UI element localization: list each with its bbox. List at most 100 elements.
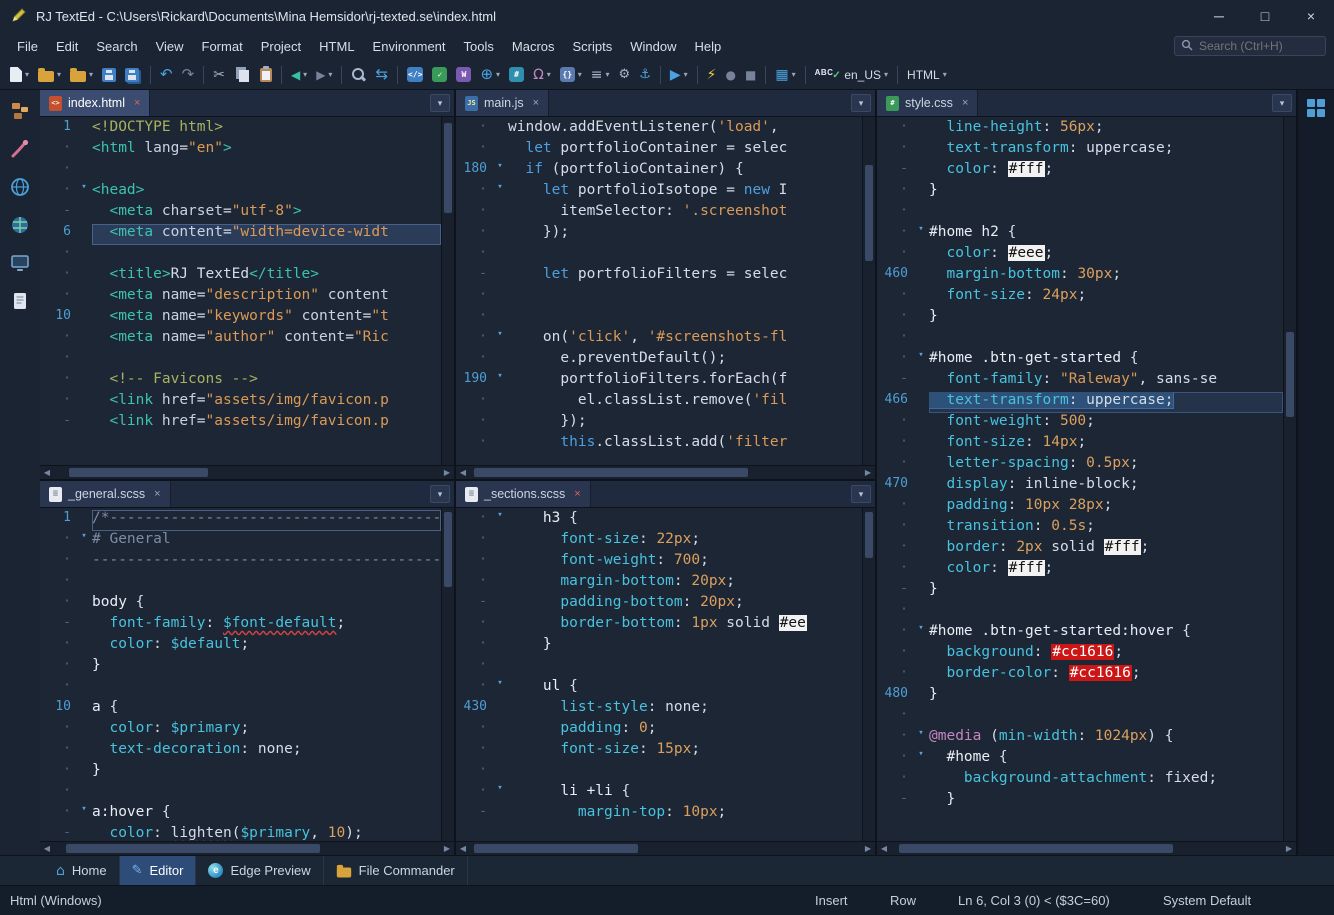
code-line[interactable]: · background: #cc1616; (877, 644, 1283, 665)
paste-button[interactable] (256, 63, 276, 87)
code-line[interactable]: ·▾ li +li { (456, 783, 862, 804)
menu-file[interactable]: File (8, 35, 47, 58)
new-document-button[interactable]: ▾ (6, 63, 33, 87)
code-line[interactable]: · line-height: 56px; (877, 119, 1283, 140)
undo-button[interactable]: ↶ (156, 63, 177, 87)
fold-chevron-icon[interactable]: ▾ (76, 804, 92, 825)
code-line[interactable]: ·▾a:hover { (40, 804, 441, 825)
scroll-left-icon[interactable]: ◀ (40, 844, 54, 853)
code-line[interactable]: ·<html lang="en"> (40, 140, 441, 161)
code-line[interactable]: - <meta charset="utf-8"> (40, 203, 441, 224)
code-line[interactable]: 10 <meta name="keywords" content="t (40, 308, 441, 329)
code-line[interactable]: ·▾# General (40, 531, 441, 552)
horizontal-scrollbar[interactable]: ◀ ▶ (877, 841, 1296, 855)
code-line[interactable]: · color: #fff; (877, 560, 1283, 581)
code-line[interactable]: · color: $default; (40, 636, 441, 657)
fold-chevron-icon[interactable]: ▾ (492, 182, 508, 203)
code-line[interactable]: · font-weight: 500; (877, 413, 1283, 434)
code-line[interactable]: · (877, 329, 1283, 350)
code-line[interactable]: · (40, 161, 441, 182)
file-explorer-icon[interactable] (7, 98, 33, 124)
navigate-back-button[interactable]: ◀▾ (287, 63, 311, 87)
menu-format[interactable]: Format (193, 35, 252, 58)
search-input[interactable] (1199, 39, 1309, 53)
code-line[interactable]: · <link href="assets/img/favicon.p (40, 392, 441, 413)
syntax-mode-select[interactable]: HTML▾ (903, 63, 951, 87)
code-line[interactable]: · (40, 783, 441, 804)
code-snippets-button[interactable]: {}▾ (556, 63, 586, 87)
code-editor[interactable]: 1<!DOCTYPE html>·<html lang="en">··▾<hea… (40, 117, 454, 465)
browser-preview-button[interactable]: ⊕▾ (476, 63, 504, 87)
code-line[interactable]: ·} (877, 308, 1283, 329)
horizontal-scrollbar[interactable]: ◀ ▶ (40, 465, 454, 479)
code-line[interactable]: · text-decoration: none; (40, 741, 441, 762)
code-line[interactable]: 1/*-------------------------------------… (40, 510, 441, 531)
view-tab-file-commander[interactable]: File Commander (324, 856, 468, 885)
code-line[interactable]: · el.classList.remove('fil (456, 392, 862, 413)
navigate-forward-button[interactable]: ▶▾ (312, 63, 336, 87)
code-line[interactable]: 10a { (40, 699, 441, 720)
code-line[interactable]: 470 display: inline-block; (877, 476, 1283, 497)
code-line[interactable]: · <meta name="description" content (40, 287, 441, 308)
tab-index-html[interactable]: index.html × (40, 90, 150, 116)
vertical-scrollbar[interactable] (862, 508, 875, 841)
code-line[interactable]: · background-attachment: fixed; (877, 770, 1283, 791)
menu-window[interactable]: Window (621, 35, 685, 58)
code-line[interactable]: - color: #fff; (877, 161, 1283, 182)
code-line[interactable]: · font-size: 22px; (456, 531, 862, 552)
code-line[interactable]: - let portfolioFilters = selec (456, 266, 862, 287)
copy-button[interactable] (230, 63, 255, 87)
spell-check-language-button[interactable]: ABC✓en_US▾ (811, 63, 892, 87)
quick-search-box[interactable] (1174, 36, 1326, 56)
fold-chevron-icon[interactable]: ▾ (492, 371, 508, 392)
code-line[interactable]: · }); (456, 413, 862, 434)
code-line[interactable]: 180▾ if (portfolioContainer) { (456, 161, 862, 182)
tab-sections-scss[interactable]: _sections.scss × (456, 481, 591, 507)
code-line[interactable]: · color: #eee; (877, 245, 1283, 266)
code-line[interactable]: ·▾#home h2 { (877, 224, 1283, 245)
vertical-scrollbar[interactable] (441, 508, 454, 841)
open-document-button[interactable]: ▾ (34, 63, 65, 87)
code-editor[interactable]: 1/*-------------------------------------… (40, 508, 454, 841)
code-line[interactable]: · (456, 287, 862, 308)
code-line[interactable]: · itemSelector: '.screenshot (456, 203, 862, 224)
clip-library-icon[interactable] (7, 136, 33, 162)
code-line[interactable]: 1<!DOCTYPE html> (40, 119, 441, 140)
code-line[interactable]: · font-size: 14px; (877, 434, 1283, 455)
vertical-scrollbar[interactable] (862, 117, 875, 465)
code-line[interactable]: ·} (40, 657, 441, 678)
tab-list-dropdown[interactable]: ▾ (1272, 94, 1292, 112)
code-editor[interactable]: ·▾ h3 {· font-size: 22px;· font-weight: … (456, 508, 875, 841)
fold-chevron-icon[interactable]: ▾ (913, 350, 929, 371)
tab-list-dropdown[interactable]: ▾ (430, 94, 450, 112)
tab-list-dropdown[interactable]: ▾ (851, 485, 871, 503)
code-line[interactable]: · font-size: 15px; (456, 741, 862, 762)
horizontal-scrollbar[interactable]: ◀ ▶ (456, 841, 875, 855)
horizontal-scrollbar[interactable]: ◀ ▶ (456, 465, 875, 479)
fold-chevron-icon[interactable]: ▾ (492, 510, 508, 531)
preview-monitor-icon[interactable] (7, 250, 33, 276)
fold-chevron-icon[interactable]: ▾ (76, 182, 92, 203)
code-line[interactable]: - } (877, 791, 1283, 812)
redo-button[interactable]: ↷ (178, 63, 199, 87)
tab-list-dropdown[interactable]: ▾ (430, 485, 450, 503)
fold-chevron-icon[interactable]: ▾ (913, 749, 929, 770)
open-remote-button[interactable]: ▾ (66, 63, 97, 87)
run-script-button[interactable]: ▶▾ (666, 63, 692, 87)
ftp-browser-icon[interactable] (7, 212, 33, 238)
fold-chevron-icon[interactable]: ▾ (492, 783, 508, 804)
code-line[interactable]: · (456, 762, 862, 783)
wizard-button[interactable]: W (452, 63, 475, 87)
code-line[interactable]: 6 <meta content="width=device-widt (40, 224, 441, 245)
split-view-icon[interactable] (1307, 99, 1325, 117)
document-notes-icon[interactable] (7, 288, 33, 314)
anchor-tools-button[interactable]: ⚓ (635, 63, 655, 87)
fold-chevron-icon[interactable]: ▾ (492, 678, 508, 699)
code-line[interactable]: · font-weight: 700; (456, 552, 862, 573)
code-line[interactable]: -} (877, 581, 1283, 602)
menu-help[interactable]: Help (686, 35, 731, 58)
code-line[interactable]: 460 margin-bottom: 30px; (877, 266, 1283, 287)
code-line[interactable]: · padding: 0; (456, 720, 862, 741)
fold-chevron-icon[interactable]: ▾ (913, 623, 929, 644)
code-line[interactable]: ·▾#home .btn-get-started:hover { (877, 623, 1283, 644)
